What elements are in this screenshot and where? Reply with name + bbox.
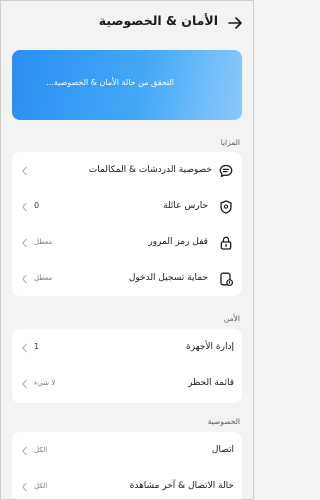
- row-label: حارس عائلة: [163, 201, 208, 211]
- row-label: حالة الاتصال & آخر مشاهدة: [129, 481, 234, 491]
- row-value: معطل: [34, 238, 53, 246]
- chevron-left-icon: [21, 166, 27, 176]
- lock-icon: [220, 236, 232, 250]
- back-arrow-icon[interactable]: [226, 14, 244, 32]
- row-label: خصوصية الدردشات & المكالمات: [88, 165, 212, 175]
- section-label-privacy: الخصوصية: [207, 417, 240, 426]
- page-title: الأمان & الخصوصية: [98, 13, 218, 28]
- header-bar: الأمان & الخصوصية: [0, 0, 254, 46]
- chat-bubble-icon: [219, 164, 233, 178]
- row-login-protection[interactable]: حماية تسجيل الدخول معطل: [12, 262, 242, 296]
- chevron-left-icon: [21, 446, 27, 456]
- row-contact[interactable]: اتصال الكل: [12, 434, 242, 468]
- chevron-left-icon: [21, 343, 27, 353]
- row-passcode-lock[interactable]: قفل رمز المرور معطل: [12, 226, 242, 260]
- section-label-security: الأمن: [223, 314, 240, 323]
- chevron-left-icon: [21, 274, 27, 284]
- device-lock-icon: [220, 272, 234, 287]
- row-value: الكل: [34, 482, 48, 490]
- section-label-features: المزايا: [220, 138, 240, 147]
- shield-icon: [220, 200, 232, 214]
- chevron-left-icon: [21, 202, 27, 212]
- privacy-card: اتصال الكل حالة الاتصال & آخر مشاهدة الك…: [12, 432, 242, 500]
- banner-text: التحقق من حالة الأمان & الخصوصية...: [46, 78, 174, 87]
- row-online-status-last-seen[interactable]: حالة الاتصال & آخر مشاهدة الكل: [12, 470, 242, 500]
- chevron-left-icon: [21, 482, 27, 492]
- features-card: خصوصية الدردشات & المكالمات حارس عائلة 0…: [12, 152, 242, 296]
- row-label: حماية تسجيل الدخول: [128, 273, 208, 283]
- row-value: 1: [34, 342, 40, 351]
- row-block-list[interactable]: قائمة الحظر لا شيء: [12, 367, 242, 401]
- row-value: معطل: [34, 274, 53, 282]
- security-card: إدارة الأجهزة 1 قائمة الحظر لا شيء: [12, 329, 242, 403]
- row-value: الكل: [34, 446, 48, 454]
- row-label: قفل رمز المرور: [148, 237, 208, 247]
- chevron-left-icon: [21, 379, 27, 389]
- row-chats-calls-privacy[interactable]: خصوصية الدردشات & المكالمات: [12, 154, 242, 188]
- row-label: اتصال: [211, 445, 234, 455]
- row-device-management[interactable]: إدارة الأجهزة 1: [12, 331, 242, 365]
- row-label: إدارة الأجهزة: [186, 342, 234, 352]
- row-value: لا شيء: [34, 379, 56, 387]
- chevron-left-icon: [21, 238, 27, 248]
- security-check-banner[interactable]: التحقق من حالة الأمان & الخصوصية...: [12, 50, 242, 120]
- row-family-guard[interactable]: حارس عائلة 0: [12, 190, 242, 224]
- row-label: قائمة الحظر: [188, 378, 234, 388]
- row-value: 0: [34, 201, 40, 210]
